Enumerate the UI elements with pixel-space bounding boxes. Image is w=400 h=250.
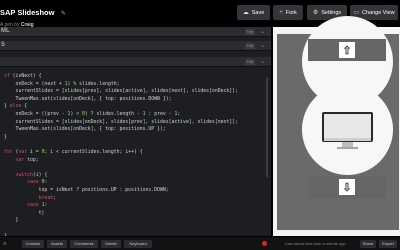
js-collapse-icon[interactable]: ⌄ xyxy=(260,58,265,65)
comments-button[interactable]: Comments xyxy=(70,240,98,248)
code-line[interactable]: onDeck = (next + 1) % slides.length; xyxy=(4,81,120,88)
fork-icon: ⑂ xyxy=(279,9,283,16)
slideshow-strip: ⇧ ⇩ xyxy=(277,16,399,250)
gear-icon: ⚙ xyxy=(312,10,319,16)
code-line[interactable]: } xyxy=(4,217,19,224)
code-line[interactable]: TweenMax.set(slides[onDeck], { top: posi… xyxy=(4,96,172,103)
code-line[interactable]: break; xyxy=(4,195,56,202)
fork-label: Fork xyxy=(285,9,297,16)
code-line[interactable]: if (isNext) { xyxy=(4,73,42,80)
save-label: Save xyxy=(251,9,265,16)
arrow-down-icon[interactable]: ⇩ xyxy=(339,179,355,195)
js-tidy-button[interactable]: Tidy xyxy=(245,59,255,65)
assets-button[interactable]: Assets xyxy=(47,240,67,248)
edit-pencil-icon[interactable]: ✎ xyxy=(61,11,66,17)
code-line[interactable]: currentSlides = [slides[prev], slides[ac… xyxy=(4,88,238,95)
fork-button[interactable]: ⑂ Fork xyxy=(273,5,303,20)
code-line[interactable]: onDeck = ((prev - 1) < 0) ? slides.lengt… xyxy=(4,111,181,118)
code-line[interactable]: var top; xyxy=(4,157,39,164)
arrow-up-icon[interactable]: ⇧ xyxy=(339,42,355,58)
slide-circle-active xyxy=(302,84,393,175)
html-tidy-button[interactable]: Tidy xyxy=(245,29,255,35)
slide-up-control[interactable]: ⇧ xyxy=(308,39,386,61)
layout-icon: ▭ xyxy=(353,10,360,16)
html-collapse-icon[interactable]: ⌄ xyxy=(260,28,265,35)
css-collapse-icon[interactable]: ⌄ xyxy=(260,42,265,49)
slide-down-control[interactable]: ⇩ xyxy=(308,176,386,198)
editor-area: ML Tidy ⌄ S Tidy ⌄ Tidy ⌄ if (isNext) { … xyxy=(0,27,271,245)
delete-button[interactable]: Delete xyxy=(101,240,121,248)
code-line[interactable]: } xyxy=(4,134,7,141)
code-line[interactable]: for (var i = 0; i < currentSlides.length… xyxy=(4,149,143,156)
html-pane-header[interactable]: ML Tidy ⌄ xyxy=(0,27,271,37)
code-line[interactable]: case 0: xyxy=(4,179,47,186)
pen-title[interactable]: SAP Slideshow xyxy=(0,8,54,17)
change-view-label: Change View xyxy=(362,9,395,16)
imac-image xyxy=(322,112,373,149)
save-status: Last saved less than a minute ago xyxy=(285,241,346,246)
imac-thumbnail xyxy=(336,205,360,225)
code-line[interactable]: case 1: xyxy=(4,202,47,209)
css-tidy-button[interactable]: Tidy xyxy=(245,43,255,49)
error-indicator-icon[interactable] xyxy=(262,241,267,246)
export-button[interactable]: Export xyxy=(379,240,397,248)
keyboard-button[interactable]: Keyboard xyxy=(124,240,152,248)
js-code-editor[interactable]: if (isNext) { onDeck = (next + 1) % slid… xyxy=(0,69,271,245)
preview-panel[interactable]: ⇧ ⇩ xyxy=(271,16,400,250)
js-pane-header[interactable]: Tidy ⌄ xyxy=(0,57,271,67)
settings-gear-icon[interactable]: ⚙ xyxy=(3,241,7,246)
html-pane-label: ML xyxy=(1,28,10,34)
codepen-editor: SAP Slideshow ✎ A pen by Craig ☁ Save ⑂ … xyxy=(0,0,400,250)
cloud-icon: ☁ xyxy=(242,10,249,16)
settings-label: Settings xyxy=(321,9,342,16)
console-button[interactable]: Console xyxy=(22,240,44,248)
css-pane-header[interactable]: S Tidy ⌄ xyxy=(0,41,271,51)
code-line[interactable]: } else { xyxy=(4,103,27,110)
code-line[interactable]: TweenMax.set(slides[onDeck], { top: posi… xyxy=(4,126,166,133)
pen-title-block: SAP Slideshow ✎ A pen by Craig xyxy=(0,2,66,28)
code-line[interactable]: t| xyxy=(4,210,45,217)
bottom-bar: ⚙ Console Assets Comments Delete Keyboar… xyxy=(0,236,400,250)
css-pane-label: S xyxy=(1,42,6,48)
code-line[interactable]: top = isNext ? positions.UP : positions.… xyxy=(4,187,169,194)
code-line[interactable]: switch(i) { xyxy=(4,172,48,179)
save-button[interactable]: ☁ Save xyxy=(237,5,270,20)
code-line[interactable]: currentSlides = [slides[onDeck], slides[… xyxy=(4,119,238,126)
share-button[interactable]: Share xyxy=(360,240,376,248)
editor-scrollbar[interactable] xyxy=(266,77,268,177)
